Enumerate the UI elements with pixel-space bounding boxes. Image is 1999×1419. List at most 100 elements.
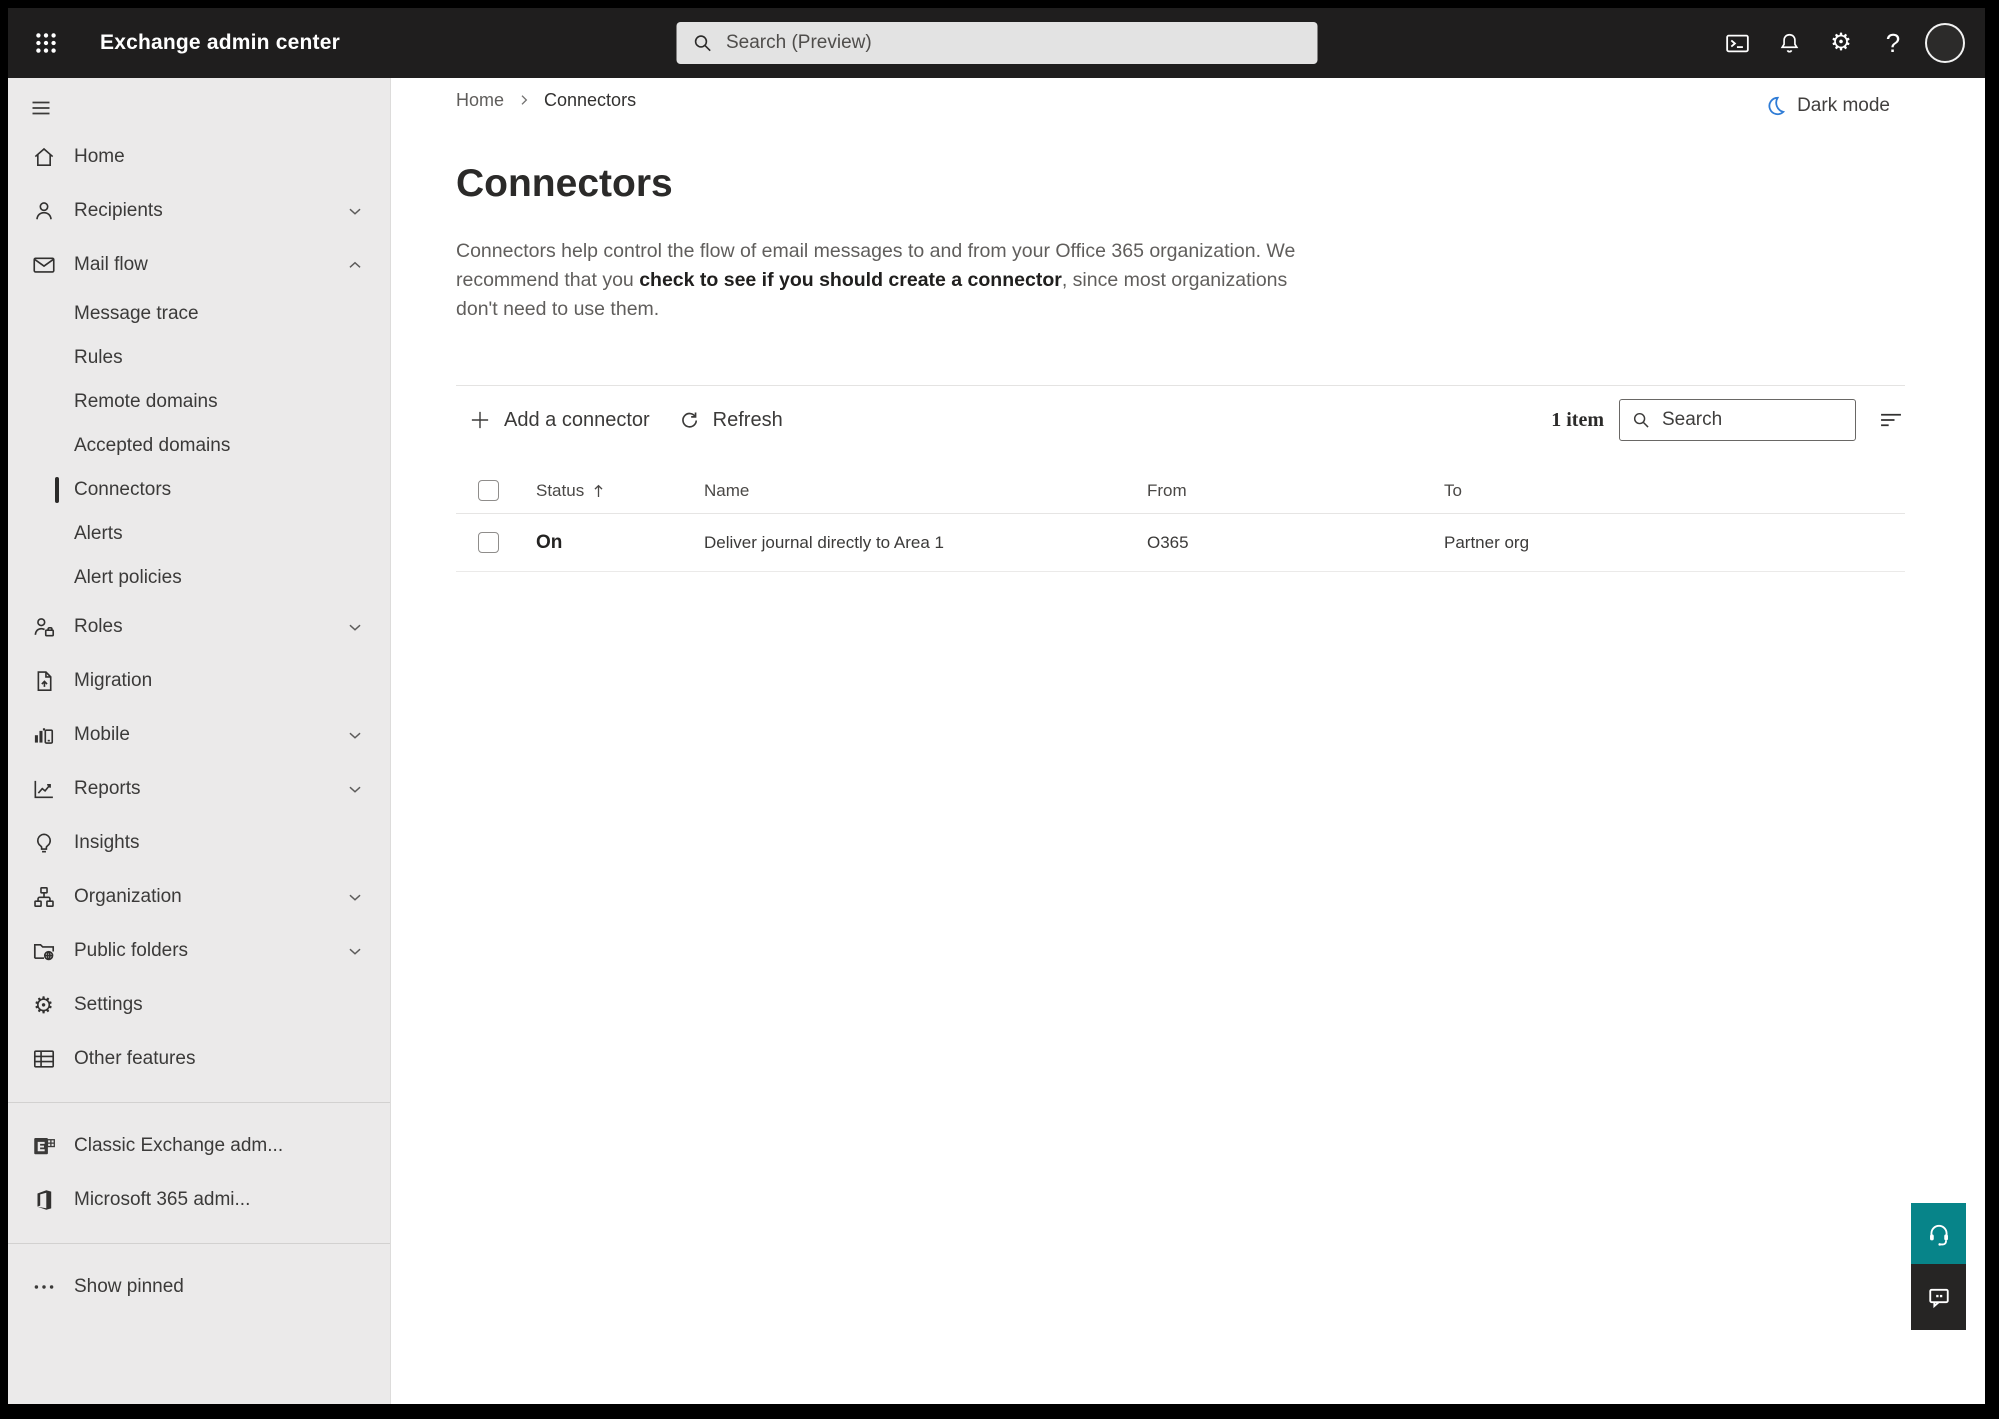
sidebar-item-recipients[interactable]: Recipients: [8, 184, 390, 238]
table-row[interactable]: On Deliver journal directly to Area 1 O3…: [456, 514, 1905, 572]
lightbulb-icon: [30, 830, 57, 856]
sidebar-item-migration[interactable]: Migration: [8, 654, 390, 708]
document-arrow-icon: [30, 668, 57, 694]
page-description: Connectors help control the flow of emai…: [456, 237, 1306, 324]
person-briefcase-icon: [30, 614, 57, 640]
breadcrumb-current: Connectors: [544, 89, 637, 110]
sidebar-item-show-pinned[interactable]: Show pinned: [8, 1260, 390, 1314]
chevron-down-icon: [344, 616, 366, 638]
create-connector-link[interactable]: check to see if you should create a conn…: [639, 269, 1062, 291]
connectors-table: Status Name From To On Deliver journal d…: [456, 468, 1905, 572]
sidebar-item-accepted-domains[interactable]: Accepted domains: [8, 424, 390, 468]
sidebar-item-label: Message trace: [74, 303, 199, 324]
column-header-status[interactable]: Status: [536, 481, 704, 501]
list-toolbar: Add a connector Refresh 1 item: [456, 386, 1905, 454]
sidebar-item-message-trace[interactable]: Message trace: [8, 292, 390, 336]
breadcrumb: Home Connectors: [456, 78, 1985, 112]
sidebar-item-insights[interactable]: Insights: [8, 816, 390, 870]
sidebar-item-home[interactable]: Home: [8, 130, 390, 184]
sidebar-item-label: Organization: [74, 886, 182, 907]
headset-icon: [1925, 1220, 1953, 1248]
refresh-button[interactable]: Refresh: [677, 408, 783, 433]
powershell-button[interactable]: [1711, 8, 1763, 78]
sidebar-item-other-features[interactable]: Other features: [8, 1032, 390, 1086]
chevron-up-icon: [344, 254, 366, 276]
item-count: 1 item: [1551, 408, 1604, 431]
sidebar-item-classic-exchange[interactable]: Classic Exchange adm...: [8, 1119, 390, 1173]
sidebar-divider: [8, 1102, 390, 1103]
screenshot-frame: Exchange admin center Search (Preview) ⚙…: [0, 0, 1999, 1419]
notifications-button[interactable]: [1763, 8, 1815, 78]
line-chart-icon: [30, 776, 57, 802]
folder-globe-icon: [30, 938, 57, 964]
floating-buttons: [1911, 1203, 1966, 1330]
avatar: [1925, 23, 1965, 63]
sidebar-item-public-folders[interactable]: Public folders: [8, 924, 390, 978]
chevron-right-icon: [516, 92, 532, 108]
support-button[interactable]: [1911, 1203, 1966, 1264]
collapse-nav-button[interactable]: [18, 86, 64, 130]
home-icon: [30, 144, 57, 170]
sidebar-item-connectors[interactable]: Connectors: [8, 468, 390, 512]
sidebar-item-label: Rules: [74, 347, 123, 368]
sidebar-item-label: Remote domains: [74, 391, 218, 412]
gear-icon: ⚙: [33, 991, 54, 1018]
filter-button[interactable]: [1877, 406, 1905, 434]
sidebar-item-label: Microsoft 365 admi...: [74, 1189, 251, 1210]
ellipsis-icon: [30, 1274, 57, 1300]
toolbar-right: 1 item: [1551, 399, 1905, 441]
global-search-box[interactable]: [676, 22, 1317, 64]
sidebar-item-rules[interactable]: Rules: [8, 336, 390, 380]
add-connector-button[interactable]: Add a connector: [467, 407, 650, 433]
sidebar-item-reports[interactable]: Reports: [8, 762, 390, 816]
sidebar-item-roles[interactable]: Roles: [8, 600, 390, 654]
account-button[interactable]: [1919, 8, 1971, 78]
sidebar-item-organization[interactable]: Organization: [8, 870, 390, 924]
column-label: Name: [704, 480, 750, 500]
row-name[interactable]: Deliver journal directly to Area 1: [704, 533, 1147, 553]
global-search-input[interactable]: [726, 32, 1303, 54]
sidebar-item-m365-admin[interactable]: Microsoft 365 admi...: [8, 1173, 390, 1227]
sidebar-item-label: Public folders: [74, 940, 189, 961]
sidebar-item-label: Show pinned: [74, 1276, 184, 1297]
column-label: Status: [536, 480, 585, 500]
sidebar-item-label: Settings: [74, 994, 143, 1015]
sidebar-item-mail-flow[interactable]: Mail flow: [8, 238, 390, 292]
refresh-icon: [677, 408, 702, 433]
help-button[interactable]: ?: [1867, 8, 1919, 78]
sidebar-item-remote-domains[interactable]: Remote domains: [8, 380, 390, 424]
sidebar-item-alerts[interactable]: Alerts: [8, 512, 390, 556]
search-icon: [1630, 409, 1652, 431]
refresh-label: Refresh: [712, 408, 783, 431]
top-bar: Exchange admin center Search (Preview) ⚙…: [8, 8, 1985, 78]
page-title: Connectors: [456, 162, 673, 205]
sidebar-item-label: Accepted domains: [74, 435, 231, 456]
feedback-button[interactable]: [1911, 1264, 1966, 1330]
sidebar-item-alert-policies[interactable]: Alert policies: [8, 556, 390, 600]
row-to: Partner org: [1444, 532, 1530, 552]
person-icon: [30, 198, 57, 224]
sidebar-item-settings[interactable]: ⚙ Settings: [8, 978, 390, 1032]
search-icon: [690, 31, 714, 55]
settings-button[interactable]: ⚙: [1815, 8, 1867, 78]
list-search-input[interactable]: [1662, 409, 1845, 431]
terminal-icon: [1724, 30, 1751, 57]
select-all-checkbox[interactable]: [478, 480, 499, 501]
dark-mode-toggle[interactable]: Dark mode: [1763, 94, 1890, 118]
breadcrumb-home-link[interactable]: Home: [456, 90, 504, 111]
app-launcher-button[interactable]: [20, 8, 72, 78]
list-search-box[interactable]: [1619, 399, 1856, 441]
column-header-to[interactable]: To: [1444, 481, 1905, 501]
table-header-row: Status Name From To: [456, 468, 1905, 514]
sidebar-item-label: Other features: [74, 1048, 196, 1069]
sidebar-item-label: Connectors: [74, 479, 172, 500]
sidebar-item-mobile[interactable]: Mobile: [8, 708, 390, 762]
column-header-from[interactable]: From: [1147, 481, 1444, 501]
column-header-name[interactable]: Name: [704, 481, 1147, 501]
chevron-down-icon: [344, 778, 366, 800]
sidebar-item-label: Alert policies: [74, 567, 182, 588]
chevron-down-icon: [344, 886, 366, 908]
row-checkbox[interactable]: [478, 532, 499, 553]
row-from: O365: [1147, 532, 1189, 552]
chevron-down-icon: [344, 200, 366, 222]
